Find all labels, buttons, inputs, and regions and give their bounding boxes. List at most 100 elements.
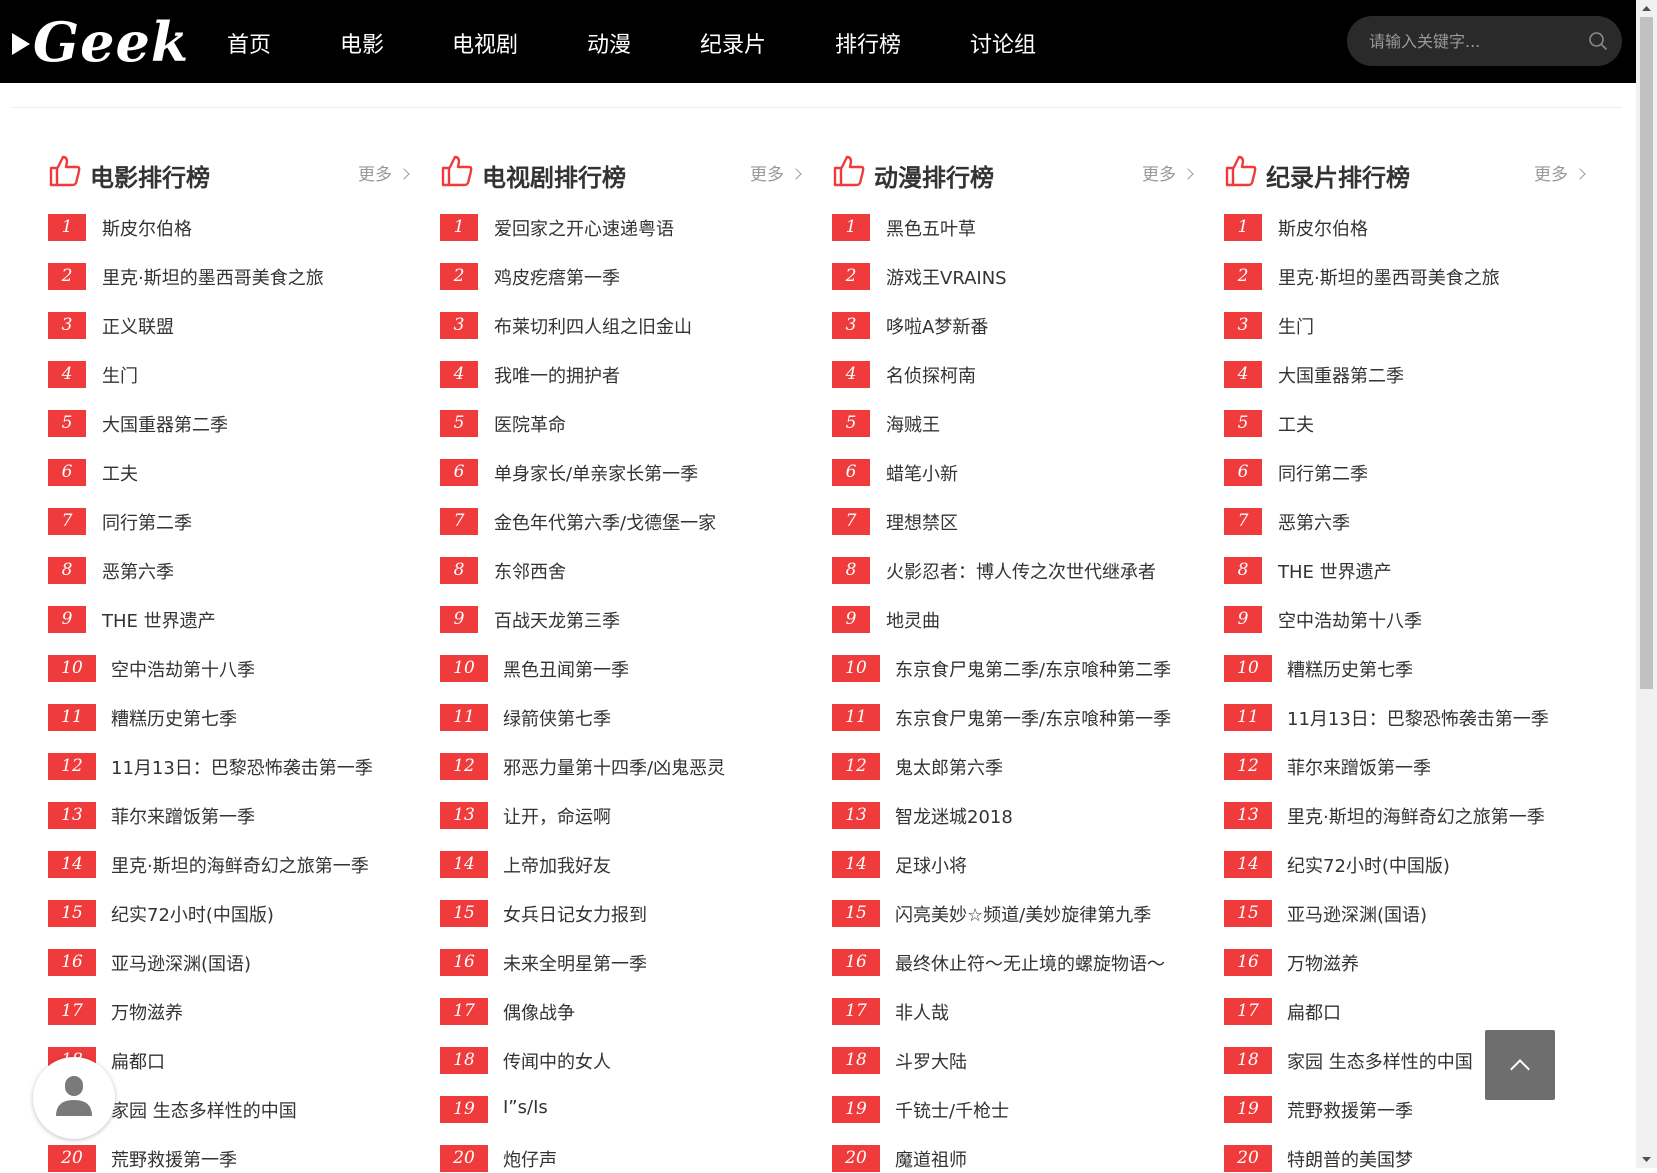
nav-item-movies[interactable]: 电影 [340, 27, 384, 59]
ranking-item[interactable]: 7 同行第二季 [48, 508, 408, 536]
ranking-item-title[interactable]: 糟糕历史第七季 [1287, 656, 1413, 682]
ranking-item[interactable]: 4 我唯一的拥护者 [440, 361, 800, 389]
ranking-item-title[interactable]: 单身家长/单亲家长第一季 [494, 460, 698, 486]
more-link[interactable]: 更多 [750, 160, 802, 185]
ranking-item[interactable]: 16 万物滋养 [1224, 949, 1584, 977]
ranking-item[interactable]: 14 纪实72小时(中国版) [1224, 851, 1584, 879]
ranking-item-title[interactable]: 空中浩劫第十八季 [1278, 607, 1422, 633]
ranking-item[interactable]: 11 糟糕历史第七季 [48, 704, 408, 732]
ranking-item-title[interactable]: 荒野救援第一季 [111, 1146, 237, 1172]
ranking-item[interactable]: 11 11月13日：巴黎恐怖袭击第一季 [1224, 704, 1584, 732]
ranking-item[interactable]: 10 糟糕历史第七季 [1224, 655, 1584, 683]
ranking-item-title[interactable]: 足球小将 [895, 852, 967, 878]
ranking-item-title[interactable]: 生门 [1278, 313, 1314, 339]
nav-item-documentary[interactable]: 纪录片 [700, 27, 766, 59]
ranking-item[interactable]: 6 工夫 [48, 459, 408, 487]
more-link[interactable]: 更多 [1142, 160, 1194, 185]
ranking-item[interactable]: 17 偶像战争 [440, 998, 800, 1026]
ranking-item-title[interactable]: 扁都口 [111, 1048, 165, 1074]
more-link[interactable]: 更多 [358, 160, 410, 185]
ranking-item[interactable]: 5 海贼王 [832, 410, 1192, 438]
ranking-item[interactable]: 13 菲尔来蹭饭第一季 [48, 802, 408, 830]
ranking-item-title[interactable]: 同行第二季 [102, 509, 192, 535]
ranking-item[interactable]: 18 传闻中的女人 [440, 1047, 800, 1075]
ranking-item-title[interactable]: 斯皮尔伯格 [102, 215, 192, 241]
ranking-item-title[interactable]: 生门 [102, 362, 138, 388]
more-link[interactable]: 更多 [1534, 160, 1586, 185]
ranking-item[interactable]: 20 荒野救援第一季 [48, 1145, 408, 1173]
ranking-item[interactable]: 3 生门 [1224, 312, 1584, 340]
ranking-item-title[interactable]: 火影忍者：博人传之次世代继承者 [886, 558, 1156, 584]
scroll-up-arrow-icon[interactable] [1636, 0, 1657, 17]
ranking-item-title[interactable]: 东邻西舍 [494, 558, 566, 584]
ranking-item-title[interactable]: 大国重器第二季 [102, 411, 228, 437]
ranking-item-title[interactable]: 海贼王 [886, 411, 940, 437]
ranking-item-title[interactable]: 邪恶力量第十四季/凶鬼恶灵 [503, 754, 725, 780]
ranking-item[interactable]: 20 特朗普的美国梦 [1224, 1145, 1584, 1173]
ranking-item-title[interactable]: 特朗普的美国梦 [1287, 1146, 1413, 1172]
ranking-item-title[interactable]: 魔道祖师 [895, 1146, 967, 1172]
nav-item-tv[interactable]: 电视剧 [452, 27, 518, 59]
ranking-item[interactable]: 20 魔道祖师 [832, 1145, 1192, 1173]
ranking-item-title[interactable]: 偶像战争 [503, 999, 575, 1025]
ranking-item-title[interactable]: 里克·斯坦的墨西哥美食之旅 [102, 264, 324, 290]
ranking-item-title[interactable]: 传闻中的女人 [503, 1048, 611, 1074]
ranking-item[interactable]: 9 百战天龙第三季 [440, 606, 800, 634]
ranking-item[interactable]: 8 东邻西舍 [440, 557, 800, 585]
ranking-item[interactable]: 20 炮仔声 [440, 1145, 800, 1173]
ranking-item-title[interactable]: 正义联盟 [102, 313, 174, 339]
ranking-item-title[interactable]: 菲尔来蹭饭第一季 [1287, 754, 1431, 780]
ranking-item-title[interactable]: 万物滋养 [1287, 950, 1359, 976]
ranking-item[interactable]: 4 大国重器第二季 [1224, 361, 1584, 389]
ranking-item[interactable]: 6 单身家长/单亲家长第一季 [440, 459, 800, 487]
ranking-item-title[interactable]: 糟糕历史第七季 [111, 705, 237, 731]
ranking-item[interactable]: 10 空中浩劫第十八季 [48, 655, 408, 683]
ranking-item-title[interactable]: 11月13日：巴黎恐怖袭击第一季 [111, 754, 373, 780]
ranking-item[interactable]: 17 非人哉 [832, 998, 1192, 1026]
ranking-item[interactable]: 11 绿箭侠第七季 [440, 704, 800, 732]
ranking-item[interactable]: 6 同行第二季 [1224, 459, 1584, 487]
ranking-item[interactable]: 5 大国重器第二季 [48, 410, 408, 438]
ranking-item[interactable]: 12 菲尔来蹭饭第一季 [1224, 753, 1584, 781]
ranking-item-title[interactable]: 智龙迷城2018 [895, 803, 1013, 829]
ranking-item[interactable]: 15 女兵日记女力报到 [440, 900, 800, 928]
ranking-item-title[interactable]: 游戏王VRAINS [886, 264, 1007, 290]
ranking-item[interactable]: 12 邪恶力量第十四季/凶鬼恶灵 [440, 753, 800, 781]
ranking-item-title[interactable]: 理想禁区 [886, 509, 958, 535]
ranking-item[interactable]: 6 蜡笔小新 [832, 459, 1192, 487]
ranking-item[interactable]: 9 空中浩劫第十八季 [1224, 606, 1584, 634]
ranking-item[interactable]: 13 让开，命运啊 [440, 802, 800, 830]
ranking-item[interactable]: 19 I”s/Is [440, 1096, 800, 1124]
ranking-item[interactable]: 3 哆啦A梦新番 [832, 312, 1192, 340]
ranking-item[interactable]: 16 最终休止符～无止境的螺旋物语～ [832, 949, 1192, 977]
ranking-item-title[interactable]: 炮仔声 [503, 1146, 557, 1172]
back-to-top-button[interactable] [1485, 1030, 1555, 1100]
ranking-item-title[interactable]: 11月13日：巴黎恐怖袭击第一季 [1287, 705, 1549, 731]
ranking-item[interactable]: 5 工夫 [1224, 410, 1584, 438]
ranking-item-title[interactable]: 空中浩劫第十八季 [111, 656, 255, 682]
ranking-item-title[interactable]: 最终休止符～无止境的螺旋物语～ [895, 950, 1165, 976]
nav-item-discussion[interactable]: 讨论组 [970, 27, 1036, 59]
user-avatar[interactable] [33, 1057, 115, 1139]
ranking-item-title[interactable]: 未来全明星第一季 [503, 950, 647, 976]
ranking-item[interactable]: 15 亚马逊深渊(国语) [1224, 900, 1584, 928]
ranking-item-title[interactable]: 闪亮美妙☆频道/美妙旋律第九季 [895, 901, 1151, 927]
ranking-item-title[interactable]: 恶第六季 [102, 558, 174, 584]
ranking-item[interactable]: 18 斗罗大陆 [832, 1047, 1192, 1075]
ranking-item[interactable]: 12 鬼太郎第六季 [832, 753, 1192, 781]
ranking-item-title[interactable]: 纪实72小时(中国版) [1287, 852, 1450, 878]
ranking-item-title[interactable]: 医院革命 [494, 411, 566, 437]
ranking-item-title[interactable]: 地灵曲 [886, 607, 940, 633]
ranking-item-title[interactable]: 非人哉 [895, 999, 949, 1025]
ranking-item-title[interactable]: 鬼太郎第六季 [895, 754, 1003, 780]
ranking-item[interactable]: 2 游戏王VRAINS [832, 263, 1192, 291]
ranking-item[interactable]: 1 黑色五叶草 [832, 214, 1192, 242]
ranking-item[interactable]: 15 闪亮美妙☆频道/美妙旋律第九季 [832, 900, 1192, 928]
ranking-item[interactable]: 10 黑色丑闻第一季 [440, 655, 800, 683]
scrollbar-thumb[interactable] [1640, 17, 1653, 689]
ranking-item-title[interactable]: 家园 生态多样性的中国 [1287, 1048, 1473, 1074]
ranking-item[interactable]: 12 11月13日：巴黎恐怖袭击第一季 [48, 753, 408, 781]
ranking-item[interactable]: 5 医院革命 [440, 410, 800, 438]
ranking-item[interactable]: 1 斯皮尔伯格 [48, 214, 408, 242]
ranking-item[interactable]: 8 火影忍者：博人传之次世代继承者 [832, 557, 1192, 585]
